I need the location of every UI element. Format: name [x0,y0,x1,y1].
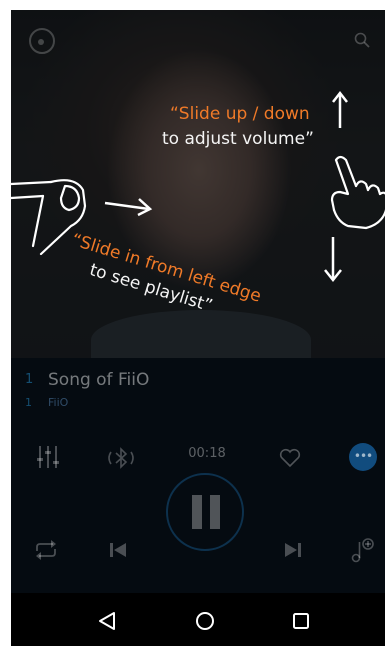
more-icon: ••• [353,449,373,463]
track-info[interactable]: 1 Song of FiiO 1 FiiO [25,370,365,414]
repeat-icon[interactable] [33,538,59,562]
pause-icon [192,495,220,529]
back-triangle-icon[interactable] [97,611,117,631]
bluetooth-icon[interactable] [104,446,138,470]
phone-screen: 1 Song of FiiO 1 FiiO 00:18 ••• “Slide u… [11,10,385,646]
system-navigation-bar [11,593,385,646]
fiio-logo-icon[interactable] [29,28,55,54]
player-screen: 1 Song of FiiO 1 FiiO 00:18 ••• “Slide u… [11,10,385,593]
play-pause-button[interactable] [166,473,244,551]
search-icon[interactable] [354,32,370,48]
track-number-secondary: 1 [25,396,32,409]
next-icon[interactable] [284,542,302,558]
equalizer-icon[interactable] [35,444,61,470]
heart-icon[interactable] [279,448,301,468]
track-number: 1 [25,372,34,387]
more-button[interactable]: ••• [349,443,377,471]
add-music-icon[interactable] [349,536,375,564]
track-artist: FiiO [48,396,69,409]
recent-square-icon[interactable] [292,612,310,630]
previous-icon[interactable] [109,542,127,558]
elapsed-time: 00:18 [188,446,226,461]
home-circle-icon[interactable] [195,611,215,631]
track-title: Song of FiiO [48,370,150,390]
